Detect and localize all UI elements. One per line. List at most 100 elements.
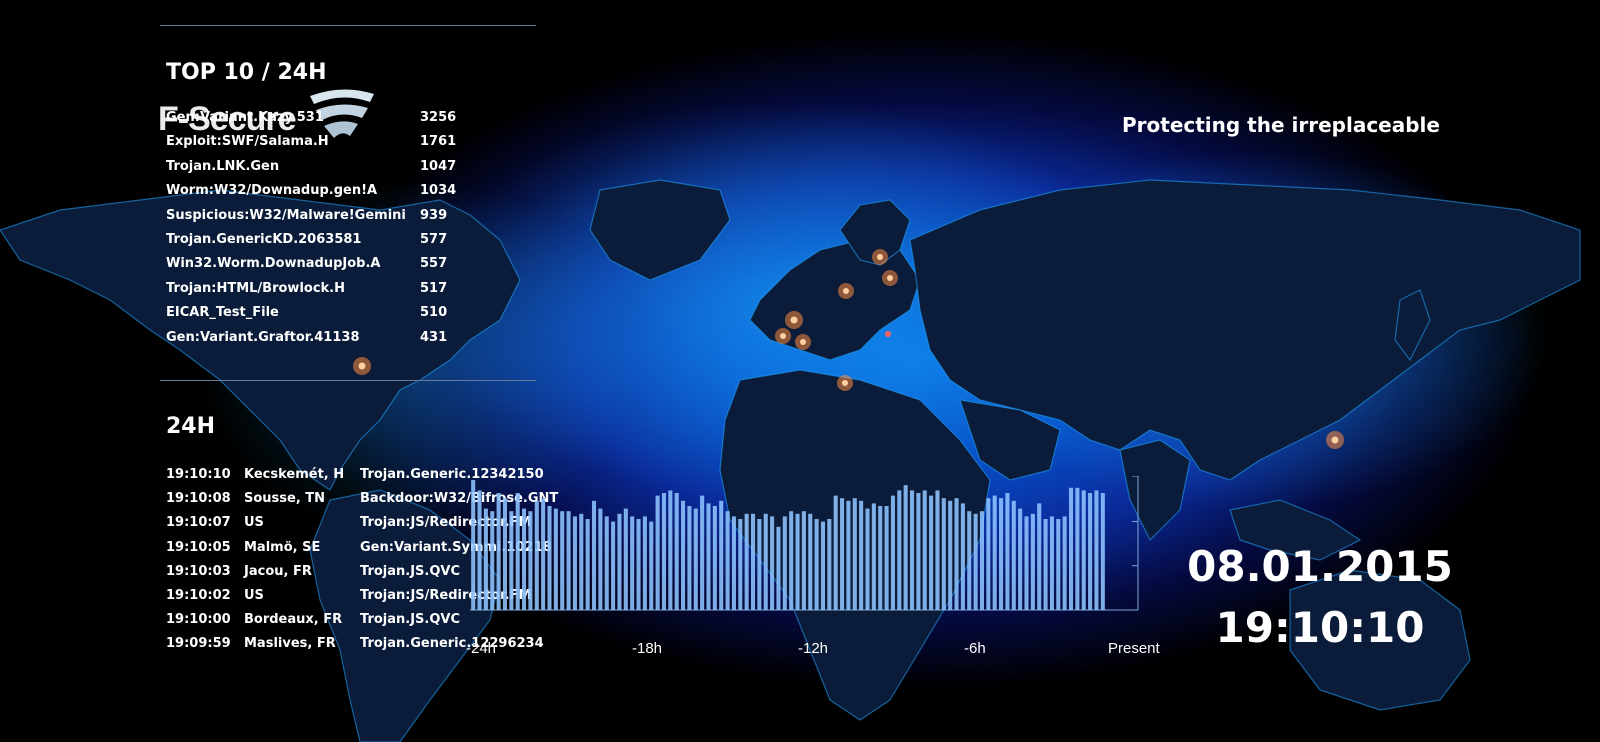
top10-row: Gen:Variant.Graftor.41138 431 xyxy=(166,330,466,354)
chart-bar xyxy=(852,498,857,610)
chart-bar xyxy=(553,508,558,610)
chart-bar xyxy=(522,508,527,610)
chart-bar xyxy=(1037,503,1042,610)
top10-row: Worm:W32/Downadup.gen!A 1034 xyxy=(166,183,466,207)
threat-count: 510 xyxy=(420,305,448,321)
chart-bar xyxy=(712,506,717,610)
tagline: Protecting the irreplaceable xyxy=(1122,113,1440,137)
chart-bar xyxy=(1043,519,1048,610)
chart-bar xyxy=(547,506,552,610)
top10-row: Trojan.LNK.Gen 1047 xyxy=(166,159,466,183)
threat-count: 557 xyxy=(420,256,448,272)
chart-bar xyxy=(941,498,946,610)
chart-bar xyxy=(725,511,730,610)
chart-bar xyxy=(814,519,819,610)
chart-bar xyxy=(636,519,641,610)
chart-x-tick-label: -24h xyxy=(466,640,497,657)
chart-bar xyxy=(617,513,622,610)
chart-bar xyxy=(509,511,514,610)
chart-bar xyxy=(579,513,584,610)
chart-bar xyxy=(1062,516,1067,610)
chart-bar xyxy=(572,516,577,610)
chart-bar xyxy=(992,495,997,610)
top10-title: TOP 10 / 24H xyxy=(166,60,327,85)
threat-count: 3256 xyxy=(420,110,457,125)
chart-bar xyxy=(585,519,590,610)
chart-bar xyxy=(674,493,679,610)
chart-bar xyxy=(967,511,972,610)
chart-x-tick-label: Present xyxy=(1108,640,1160,657)
threat-name: EICAR_Test_File xyxy=(166,305,279,321)
threat-name: Trojan.GenericKD.2063581 xyxy=(166,231,362,247)
chart-bar xyxy=(534,500,539,610)
chart-bar xyxy=(642,516,647,610)
threat-count: 517 xyxy=(420,280,448,296)
event-time: 19:10:08 xyxy=(166,491,231,507)
chart-bar xyxy=(681,500,686,610)
chart-bar xyxy=(1024,516,1029,610)
chart-bar xyxy=(623,508,628,610)
chart-bar xyxy=(598,508,603,610)
chart-bar xyxy=(770,516,775,610)
europe-shape xyxy=(749,239,921,361)
threat-count: 1034 xyxy=(420,183,457,199)
top10-row: Trojan:HTML/Browlock.H 517 xyxy=(166,281,466,305)
threat-count: 939 xyxy=(420,207,448,223)
event-time: 19:10:07 xyxy=(166,515,231,531)
threat-count: 577 xyxy=(420,231,448,247)
chart-bar xyxy=(859,500,864,610)
event-threat: Trojan.JS.QVC xyxy=(360,563,460,579)
chart-bar xyxy=(948,500,953,610)
chart-bar xyxy=(808,513,813,610)
chart-bar xyxy=(795,513,800,610)
event-location: Malmö, SE xyxy=(244,539,321,555)
chart-bar xyxy=(1056,519,1061,610)
chart-bar xyxy=(890,495,895,610)
chart-bar xyxy=(1075,487,1080,610)
threat-count: 431 xyxy=(420,329,448,345)
chart-bar xyxy=(661,493,667,610)
event-location: Sousse, TN xyxy=(244,491,326,507)
chart-bar xyxy=(846,500,851,610)
chart-bar xyxy=(776,526,781,610)
clock-date: 08.01.2015 xyxy=(1187,542,1453,591)
chart-bar xyxy=(884,506,889,610)
top10-row: Trojan.GenericKD.2063581 577 xyxy=(166,232,466,256)
chart-bar xyxy=(515,493,520,610)
chart-bar xyxy=(1011,500,1016,610)
chart-bar xyxy=(477,490,482,610)
chart-bar xyxy=(490,511,495,610)
chart-bar xyxy=(483,508,488,610)
top-divider xyxy=(160,25,536,26)
chart-bar xyxy=(668,490,673,610)
chart-bar xyxy=(782,516,787,610)
top10-row: Suspicious:W32/Malware!Gemini 939 xyxy=(166,208,466,232)
chart-bar xyxy=(738,519,743,610)
threat-name: Gen:Variant.Kazy.531 xyxy=(166,110,324,125)
chart-bar xyxy=(903,485,908,610)
chart-bar xyxy=(801,511,806,610)
chart-bar xyxy=(871,503,876,610)
event-location: US xyxy=(244,587,264,603)
event-location: Jacou, FR xyxy=(244,563,312,579)
chart-bar xyxy=(566,511,571,610)
chart-bar xyxy=(1005,493,1010,610)
chart-bar xyxy=(1068,487,1074,610)
chart-bar xyxy=(935,490,940,610)
top10-row: Exploit:SWF/Salama.H 1761 xyxy=(166,134,466,158)
top10-row: Gen:Variant.Kazy.531 3256 xyxy=(166,110,466,134)
chart-bar xyxy=(954,498,959,610)
chart-bar xyxy=(986,498,991,610)
threat-name: Worm:W32/Downadup.gen!A xyxy=(166,183,378,199)
feed-title: 24H xyxy=(166,414,216,439)
chart-bar xyxy=(611,521,616,610)
event-location: Kecskemét, H xyxy=(244,467,345,482)
chart-bar xyxy=(979,511,985,610)
chart-bar xyxy=(700,495,705,610)
chart-bar xyxy=(833,495,838,610)
activity-chart xyxy=(470,476,1139,611)
event-time: 19:10:00 xyxy=(166,612,231,628)
threat-name: Exploit:SWF/Salama.H xyxy=(166,134,329,150)
chart-bar xyxy=(789,511,794,610)
chart-bar xyxy=(1030,513,1035,610)
